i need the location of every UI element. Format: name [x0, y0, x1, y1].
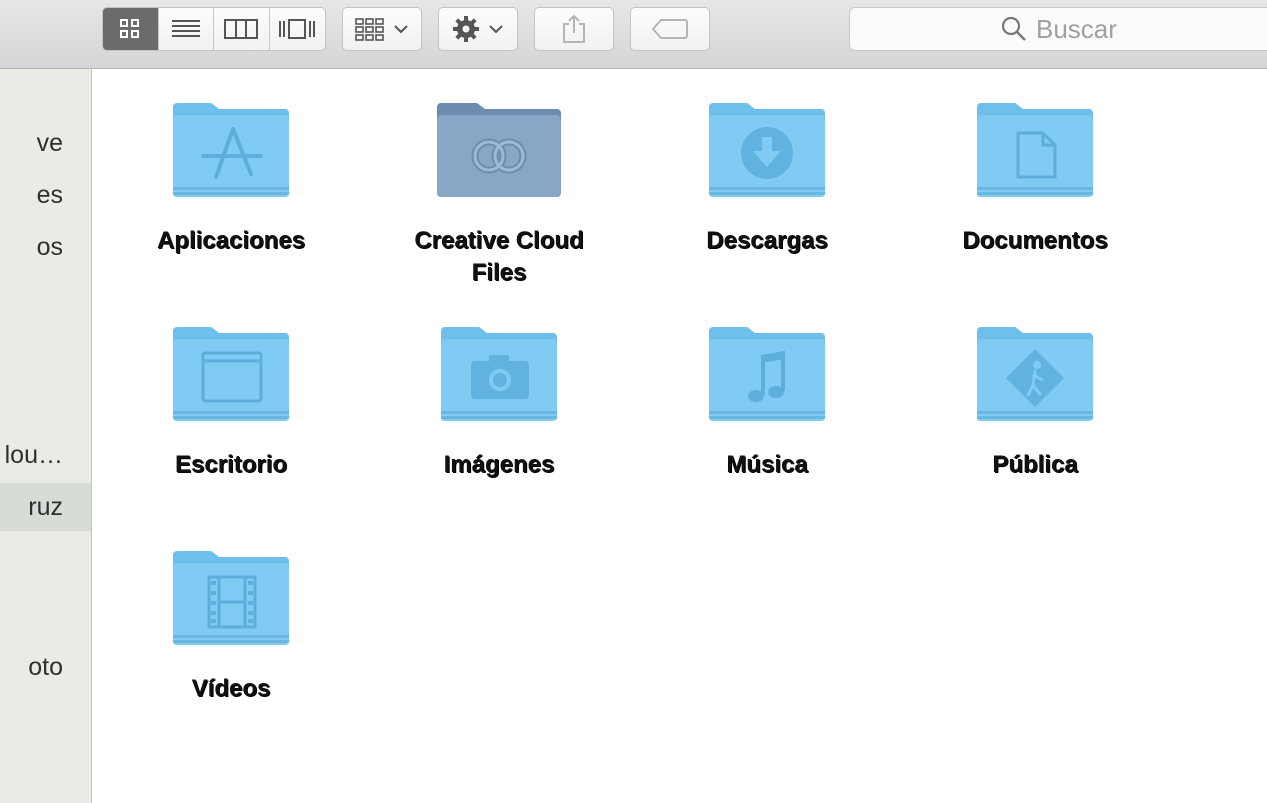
view-mode-group: [102, 7, 326, 51]
chevron-down-icon: [489, 25, 503, 34]
column-view-button[interactable]: [214, 8, 270, 50]
search-icon: [1001, 16, 1026, 41]
file-label: Documentos: [962, 227, 1108, 254]
coverflow-view-button[interactable]: [270, 8, 326, 50]
creative-cloud-folder-icon: [437, 103, 561, 197]
arrange-button[interactable]: [342, 7, 422, 51]
file-label: Escritorio: [174, 451, 288, 478]
file-label: Vídeos: [191, 675, 271, 702]
folder-item-documentos[interactable]: Documentos: [935, 99, 1135, 257]
sidebar-item[interactable]: os: [37, 235, 63, 260]
sidebar-item[interactable]: es: [37, 183, 63, 208]
file-label: Descargas: [706, 227, 828, 254]
list-icon: [171, 20, 200, 37]
gear-icon: [453, 16, 479, 42]
music-folder-icon: [709, 327, 825, 421]
sidebar-item[interactable]: lou…: [5, 443, 63, 468]
search-placeholder: Buscar: [1036, 13, 1117, 44]
sidebar-item[interactable]: oto: [28, 655, 63, 680]
share-icon: [563, 14, 585, 43]
desktop-folder-icon: [173, 327, 289, 421]
folder-item-musica[interactable]: Música: [667, 323, 867, 481]
action-button[interactable]: [438, 7, 518, 51]
arrange-grid-icon: [355, 18, 384, 41]
folder-item-videos[interactable]: Vídeos: [131, 547, 331, 705]
columns-icon: [224, 19, 259, 39]
folder-item-imagenes[interactable]: Imágenes: [399, 323, 599, 481]
sidebar-item-selected[interactable]: ruz: [28, 495, 63, 520]
grid-icon: [120, 19, 140, 38]
movies-folder-icon: [173, 551, 289, 645]
folder-item-aplicaciones[interactable]: Aplicaciones: [131, 99, 331, 257]
file-label: Pública: [992, 451, 1078, 478]
toolbar: Buscar: [0, 0, 1267, 69]
tag-icon: [651, 19, 688, 39]
tag-button[interactable]: [630, 7, 710, 51]
documents-folder-icon: [977, 103, 1093, 197]
downloads-folder-icon: [709, 103, 825, 197]
coverflow-icon: [279, 19, 316, 39]
folder-item-publica[interactable]: Pública: [935, 323, 1135, 481]
file-label: Imágenes: [443, 451, 555, 478]
folder-item-creative-cloud-files[interactable]: Creative Cloud Files: [399, 99, 599, 289]
pictures-folder-icon: [441, 327, 557, 421]
sidebar: ve es os lou… ruz oto: [0, 69, 92, 803]
chevron-down-icon: [394, 25, 408, 34]
file-label: Creative Cloud Files: [414, 227, 584, 286]
folder-item-descargas[interactable]: Descargas: [667, 99, 867, 257]
file-label: Música: [726, 451, 808, 478]
public-folder-icon: [977, 327, 1093, 421]
sidebar-item[interactable]: ve: [37, 131, 63, 156]
icon-view-button[interactable]: [103, 8, 159, 50]
list-view-button[interactable]: [159, 8, 214, 50]
share-button[interactable]: [534, 7, 614, 51]
search-field[interactable]: Buscar: [849, 7, 1267, 51]
file-label: Aplicaciones: [156, 227, 306, 254]
folder-item-escritorio[interactable]: Escritorio: [131, 323, 331, 481]
file-grid: Aplicaciones Creative Cloud Files Descar…: [93, 69, 1267, 803]
applications-folder-icon: [173, 103, 289, 197]
